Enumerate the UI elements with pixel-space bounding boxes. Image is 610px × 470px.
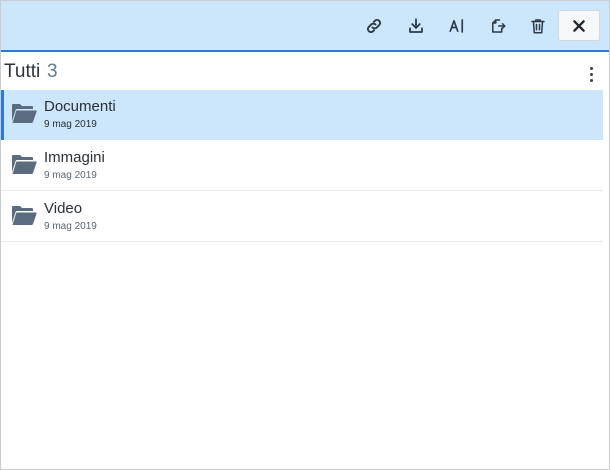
move-icon	[492, 19, 506, 33]
rename-button[interactable]	[442, 11, 472, 41]
link-icon	[366, 18, 382, 34]
download-icon	[409, 18, 423, 33]
folder-open-icon	[12, 155, 37, 174]
toolbar	[1, 1, 609, 52]
item-name: Video	[44, 200, 83, 217]
more-vertical-icon[interactable]	[581, 63, 601, 85]
item-name: Immagini	[44, 149, 105, 166]
item-date: 9 mag 2019	[44, 170, 97, 181]
trash-icon	[531, 19, 545, 34]
move-button[interactable]	[483, 11, 513, 41]
rename-icon	[449, 19, 464, 33]
delete-button[interactable]	[523, 11, 553, 41]
item-date: 9 mag 2019	[44, 119, 97, 130]
download-button[interactable]	[401, 11, 431, 41]
link-button[interactable]	[359, 11, 389, 41]
item-date: 9 mag 2019	[44, 221, 97, 232]
folder-open-icon	[12, 104, 37, 123]
list-header: Tutti 3	[1, 53, 609, 89]
list-item[interactable]: Immagini 9 mag 2019	[1, 141, 603, 191]
folder-open-icon	[12, 206, 37, 225]
close-button[interactable]	[558, 10, 600, 41]
item-name: Documenti	[44, 98, 116, 115]
item-count: 3	[47, 61, 58, 82]
file-manager-window: Tutti 3 Documenti 9 mag 2019 Immagini 9 …	[0, 0, 610, 470]
close-icon	[573, 19, 585, 32]
list-item[interactable]: Video 9 mag 2019	[1, 192, 603, 242]
filter-label[interactable]: Tutti	[4, 61, 40, 83]
list-item[interactable]: Documenti 9 mag 2019	[1, 90, 603, 140]
